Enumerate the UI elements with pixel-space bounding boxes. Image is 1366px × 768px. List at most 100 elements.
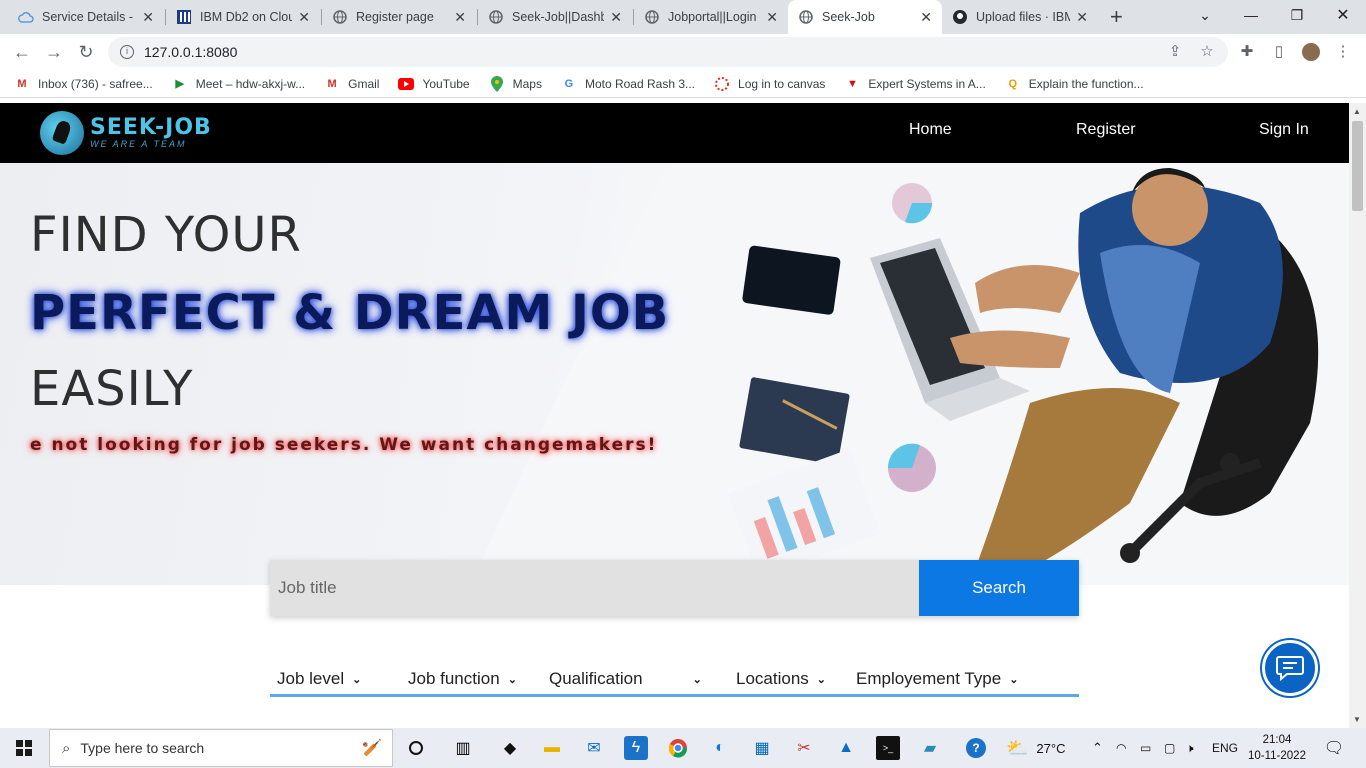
photos-icon[interactable]: ▲: [834, 736, 858, 760]
g-icon: G: [564, 77, 574, 90]
restore-button[interactable]: ❐: [1274, 0, 1320, 30]
tab-search-chevron-icon[interactable]: ⌄: [1182, 0, 1228, 30]
hero-line-2: PERFECT & DREAM JOB: [30, 285, 670, 341]
scrollbar-thumb[interactable]: [1352, 121, 1363, 211]
taskbar-search-placeholder: Type here to search: [80, 740, 205, 756]
system-clock[interactable]: 21:04 10-11-2022: [1248, 732, 1306, 764]
extensions-icon[interactable]: ✚: [1238, 43, 1256, 61]
edge-icon[interactable]: ◐: [708, 736, 732, 760]
bookmark-canvas[interactable]: Log in to canvas: [714, 76, 825, 92]
weather-widget[interactable]: ⛅ 27°C: [1006, 728, 1065, 768]
chevron-down-icon: ⌄: [1009, 673, 1019, 686]
mail-icon[interactable]: ✉: [582, 736, 606, 760]
site-logo[interactable]: SEEK-JOB WE ARE A TEAM: [40, 111, 212, 155]
reload-button[interactable]: ↻: [76, 42, 96, 62]
nav-register-link[interactable]: Register: [1076, 121, 1136, 139]
minimize-button[interactable]: —: [1228, 0, 1274, 30]
bookmark-maps[interactable]: Maps: [489, 75, 542, 92]
share-icon[interactable]: ⇪: [1166, 43, 1184, 61]
hero-illustration: [727, 168, 1319, 583]
cortana-icon[interactable]: [404, 736, 428, 760]
file-explorer-icon[interactable]: ▬: [540, 736, 564, 760]
windows-taskbar: ⌕ Type here to search 🏏 ▥ ◆ ▬ ✉ ϟ ◐ ▦ ✂ …: [0, 728, 1366, 768]
bookmark-moto-road-rash[interactable]: G Moto Road Rash 3...: [561, 76, 695, 92]
job-title-input[interactable]: [270, 560, 919, 616]
bookmarks-bar: M Inbox (736) - safree... ▶ Meet – hdw-akx…: [0, 70, 1366, 98]
bookmark-youtube[interactable]: YouTube: [398, 76, 470, 92]
filter-employment-type[interactable]: Employement Type ⌄: [856, 669, 1018, 689]
job-search-bar: Search: [270, 560, 1079, 616]
bookmark-meet[interactable]: ▶ Meet – hdw-akxj-w...: [172, 76, 306, 92]
canvas-icon: [714, 76, 730, 92]
bookmark-label: Explain the function...: [1028, 76, 1144, 91]
close-icon[interactable]: ✕: [142, 9, 154, 26]
nav-signin-link[interactable]: Sign In: [1259, 121, 1309, 139]
back-button[interactable]: ←: [12, 42, 32, 62]
bookmark-label: Inbox (736) - safree...: [38, 76, 153, 91]
site-info-icon[interactable]: i: [120, 45, 134, 59]
windows-start-icon[interactable]: [12, 736, 36, 760]
filter-bar: Job level ⌄ Job function ⌄ Qualification ⌄ …: [270, 663, 1079, 697]
help-icon[interactable]: ?: [966, 738, 986, 758]
task-view-icon[interactable]: ▥: [451, 736, 475, 760]
chat-button[interactable]: [1262, 640, 1318, 696]
bookmark-gmail[interactable]: M Gmail: [324, 76, 380, 92]
tab-service-details[interactable]: Service Details - I ✕: [8, 0, 164, 34]
dropbox-icon[interactable]: ◆: [498, 736, 522, 760]
menu-kebab-icon[interactable]: ⋮: [1334, 43, 1352, 61]
filter-qualification[interactable]: Qualification ⌄: [549, 669, 702, 689]
filter-locations[interactable]: Locations ⌄: [736, 669, 826, 689]
terminal-icon[interactable]: >_: [876, 736, 900, 760]
maps-icon: [489, 75, 505, 92]
bookmark-inbox[interactable]: M Inbox (736) - safree...: [14, 76, 153, 92]
power-automate-icon[interactable]: ϟ: [624, 736, 648, 760]
forward-button[interactable]: →: [44, 42, 64, 62]
tab-register-page[interactable]: Register page ✕: [322, 0, 476, 34]
volume-muted-icon[interactable]: 🕨: [1186, 728, 1194, 768]
tab-jobportal-login[interactable]: Jobportal||Login ✕: [634, 0, 788, 34]
filter-job-function[interactable]: Job function ⌄: [408, 669, 517, 689]
tab-seekjob-active[interactable]: Seek-Job ✕: [788, 0, 942, 34]
close-icon[interactable]: ✕: [610, 9, 622, 26]
bookmark-star-icon[interactable]: ☆: [1198, 43, 1216, 61]
show-hidden-icons[interactable]: ⌃: [1092, 728, 1103, 768]
meet-now-icon[interactable]: ▢: [1164, 728, 1175, 768]
bookmark-label: YouTube: [422, 76, 470, 91]
language-indicator[interactable]: ENG: [1212, 728, 1238, 768]
store-icon[interactable]: ▦: [750, 736, 774, 760]
tab-upload-files[interactable]: Upload files · IBM ✕: [942, 0, 1098, 34]
close-window-button[interactable]: ✕: [1320, 0, 1366, 30]
close-icon[interactable]: ✕: [766, 9, 778, 26]
page-scrollbar[interactable]: ▲ ▼: [1349, 103, 1366, 728]
app-icon[interactable]: ▰: [918, 736, 942, 760]
chart-papers-image: [727, 448, 881, 578]
hero-tagline: e not looking for job seekers. We want c…: [30, 435, 658, 455]
nav-home-link[interactable]: Home: [909, 121, 952, 139]
chevron-down-icon: ⌄: [352, 673, 362, 686]
network-icon[interactable]: ◠: [1116, 728, 1126, 768]
close-icon[interactable]: ✕: [298, 9, 310, 26]
gmail-icon: M: [17, 77, 27, 90]
battery-icon[interactable]: ▭: [1140, 728, 1151, 768]
close-icon[interactable]: ✕: [454, 9, 466, 26]
browser-toolbar: ← → ↻ i 127.0.0.1:8080 ⇪ ☆ ✚ ▯ ⋮: [0, 34, 1366, 70]
address-bar[interactable]: i 127.0.0.1:8080: [108, 37, 1228, 67]
search-button[interactable]: Search: [919, 560, 1079, 616]
close-icon[interactable]: ✕: [920, 9, 932, 26]
chevron-down-icon: ⌄: [816, 673, 826, 686]
side-panel-icon[interactable]: ▯: [1270, 43, 1288, 61]
snipping-tool-icon[interactable]: ✂: [792, 736, 816, 760]
filter-job-level[interactable]: Job level ⌄: [277, 669, 361, 689]
tab-ibm-db2[interactable]: IBM Db2 on Clou ✕: [166, 0, 320, 34]
bookmark-expert-systems[interactable]: ▼ Expert Systems in A...: [844, 76, 986, 92]
chrome-icon[interactable]: [666, 736, 690, 760]
brand-name: SEEK-JOB: [90, 115, 212, 140]
tab-seekjob-dashboard[interactable]: Seek-Job||Dashb ✕: [478, 0, 632, 34]
new-tab-button[interactable]: +: [1110, 4, 1123, 30]
notifications-icon[interactable]: 🗨: [1322, 736, 1346, 760]
globe-icon: [332, 9, 348, 25]
profile-avatar[interactable]: [1302, 43, 1320, 61]
bookmark-explain-function[interactable]: Q Explain the function...: [1005, 76, 1144, 92]
taskbar-search-box[interactable]: ⌕ Type here to search 🏏: [49, 729, 393, 767]
close-icon[interactable]: ✕: [1076, 9, 1088, 26]
